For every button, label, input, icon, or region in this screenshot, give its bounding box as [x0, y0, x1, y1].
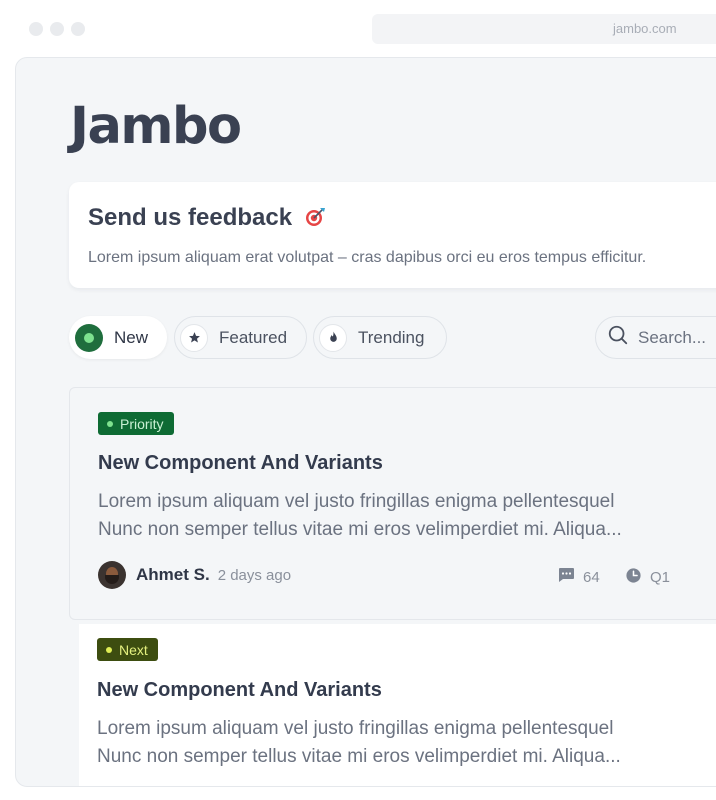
badge-dot-icon	[106, 646, 112, 653]
tab-trending[interactable]: Trending	[313, 316, 447, 359]
post-title[interactable]: New Component And Variants	[97, 679, 382, 702]
post-author: Ahmet S. 2 days ago	[98, 561, 291, 589]
comment-count[interactable]: 64	[557, 567, 600, 587]
star-icon	[180, 323, 208, 352]
avatar[interactable]	[98, 561, 126, 589]
feedback-title-row: Send us feedback	[88, 204, 326, 234]
post-excerpt: Lorem ipsum aliquam vel justo fringillas…	[97, 715, 657, 771]
search-box[interactable]	[595, 316, 716, 359]
tab-featured[interactable]: Featured	[174, 316, 307, 359]
post-excerpt-line: Lorem ipsum aliquam vel justo fringillas…	[97, 718, 614, 739]
post-timestamp: 2 days ago	[217, 566, 292, 584]
clock-icon	[625, 567, 650, 588]
feedback-description: Lorem ipsum aliquam erat volutpat – cras…	[88, 249, 647, 266]
tab-new[interactable]: New	[69, 316, 167, 359]
post-excerpt-line: Lorem ipsum aliquam vel justo fringillas…	[98, 491, 615, 512]
author-name[interactable]: Ahmet S.	[136, 565, 210, 585]
feedback-card[interactable]: Send us feedback Lorem ipsum aliquam era…	[69, 182, 716, 288]
flame-icon	[319, 323, 347, 352]
status-badge: Priority	[98, 412, 174, 435]
window-minimize-dot[interactable]	[50, 22, 64, 36]
search-input[interactable]	[638, 327, 716, 348]
window-maximize-dot[interactable]	[71, 22, 85, 36]
radio-dot-icon	[75, 323, 103, 352]
feedback-title: Send us feedback	[88, 204, 293, 231]
badge-label: Next	[119, 641, 148, 658]
status-badge: Next	[97, 638, 158, 661]
post-excerpt-line: Nunc non semper tellus vitae mi eros vel…	[98, 519, 622, 540]
post-excerpt-line: Nunc non semper tellus vitae mi eros vel…	[97, 746, 621, 767]
comment-count-value: 64	[583, 568, 600, 586]
address-bar[interactable]: jambo.com	[372, 14, 716, 44]
badge-label: Priority	[120, 415, 164, 432]
comment-icon	[557, 567, 583, 587]
search-icon	[607, 324, 629, 351]
tab-trending-label: Trending	[358, 327, 425, 347]
window-controls	[29, 22, 85, 36]
app-title: Jambo	[70, 97, 242, 156]
post-title[interactable]: New Component And Variants	[98, 452, 383, 475]
tab-featured-label: Featured	[219, 327, 288, 347]
app-panel: Jambo Send us feedback Lorem ipsum aliqu…	[15, 57, 716, 787]
target-icon	[304, 206, 326, 234]
post-excerpt: Lorem ipsum aliquam vel justo fringillas…	[98, 488, 658, 544]
quarter-info: Q1	[625, 567, 670, 588]
post-card[interactable]: Next New Component And Variants Lorem ip…	[79, 624, 716, 786]
tab-new-label: New	[114, 327, 149, 347]
badge-dot-icon	[107, 420, 113, 427]
quarter-value: Q1	[650, 569, 671, 586]
post-card[interactable]: Priority New Component And Variants Lore…	[69, 387, 716, 620]
window-close-dot[interactable]	[29, 22, 43, 36]
